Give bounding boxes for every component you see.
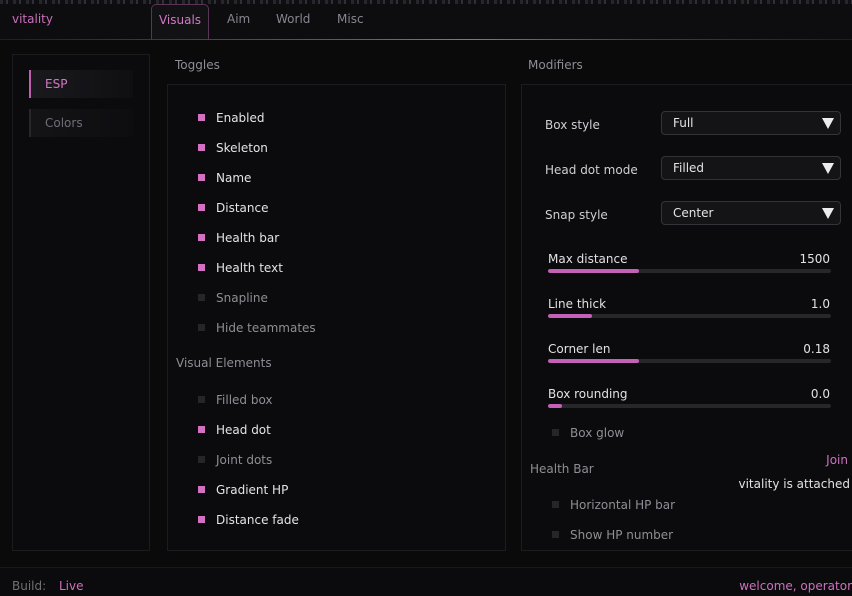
- toggles-panel: Enabled Skeleton Name Distance Health ba…: [167, 84, 506, 551]
- triangle-down-icon: [822, 208, 834, 219]
- toggle-label: Name: [216, 171, 252, 185]
- checkbox[interactable]: [198, 264, 205, 271]
- toggle-label: Horizontal HP bar: [570, 498, 676, 512]
- toggle-label: Head dot: [216, 423, 271, 437]
- toggle-label: Hide teammates: [216, 321, 316, 335]
- dropdown-value: Filled: [673, 161, 705, 175]
- sidebar: ESP Colors: [12, 54, 150, 551]
- slider-fill: [548, 314, 592, 318]
- checkbox[interactable]: [198, 234, 205, 241]
- triangle-down-icon: [822, 163, 834, 174]
- toggle-label: Distance fade: [216, 513, 299, 527]
- slider-label: Box rounding: [548, 387, 628, 401]
- toggle-label: Snapline: [216, 291, 268, 305]
- checkbox[interactable]: [198, 456, 205, 463]
- checkbox[interactable]: [198, 324, 205, 331]
- checkbox[interactable]: [198, 144, 205, 151]
- brand-label: vitality: [12, 12, 53, 26]
- dropdown-value: Full: [673, 116, 694, 130]
- visual-elements-title: Visual Elements: [176, 356, 272, 370]
- join-link[interactable]: Join: [826, 453, 848, 467]
- checkbox[interactable]: [198, 426, 205, 433]
- checkbox[interactable]: [198, 204, 205, 211]
- slider-fill: [548, 359, 639, 363]
- tab-visuals[interactable]: Visuals: [151, 4, 209, 40]
- checkbox[interactable]: [198, 174, 205, 181]
- modifiers-title: Modifiers: [528, 58, 583, 72]
- toggle-label: Show HP number: [570, 528, 674, 542]
- dropdown-label: Head dot mode: [545, 163, 638, 177]
- build-label: Build:: [12, 579, 47, 593]
- slider-fill: [548, 404, 563, 408]
- tab-misc[interactable]: Misc: [337, 12, 364, 26]
- toggle-label: Distance: [216, 201, 269, 215]
- slider-value: 0.18: [803, 342, 830, 356]
- checkbox[interactable]: [552, 531, 559, 538]
- slider-label: Corner len: [548, 342, 611, 356]
- snap-style-dropdown[interactable]: Center: [661, 201, 841, 225]
- toggle-label: Gradient HP: [216, 483, 289, 497]
- checkbox[interactable]: [198, 114, 205, 121]
- triangle-down-icon: [822, 118, 834, 129]
- slider-value: 0.0: [810, 387, 830, 401]
- line-thick-slider[interactable]: [548, 314, 831, 318]
- top-bar: vitality Visuals Aim World Misc: [0, 0, 852, 40]
- slider-label: Line thick: [548, 297, 607, 311]
- checkbox[interactable]: [552, 429, 559, 436]
- sidebar-item-esp[interactable]: ESP: [29, 70, 133, 98]
- max-distance-slider[interactable]: [548, 269, 831, 273]
- slider-value: 1500: [799, 252, 830, 266]
- tab-aim[interactable]: Aim: [227, 12, 250, 26]
- health-bar-title: Health Bar: [530, 462, 594, 476]
- toggle-label: Joint dots: [216, 453, 273, 467]
- checkbox[interactable]: [552, 501, 559, 508]
- toggle-label: Box glow: [570, 426, 625, 440]
- toggle-label: Enabled: [216, 111, 265, 125]
- toggle-label: Skeleton: [216, 141, 268, 155]
- slider-value: 1.0: [810, 297, 830, 311]
- slider-label: Max distance: [548, 252, 628, 266]
- checkbox[interactable]: [198, 516, 205, 523]
- dropdown-label: Box style: [545, 118, 600, 132]
- status-bar: Build: Live welcome, operator: [0, 567, 852, 596]
- dropdown-value: Center: [673, 206, 714, 220]
- tab-world[interactable]: World: [276, 12, 310, 26]
- top-edge-noise: [0, 0, 852, 4]
- build-value: Live: [59, 579, 84, 593]
- box-rounding-slider[interactable]: [548, 404, 831, 408]
- toggle-label: Health bar: [216, 231, 280, 245]
- toggles-title: Toggles: [175, 58, 220, 72]
- box-style-dropdown[interactable]: Full: [661, 111, 841, 135]
- corner-len-slider[interactable]: [548, 359, 831, 363]
- sidebar-item-colors[interactable]: Colors: [29, 109, 133, 137]
- checkbox[interactable]: [198, 396, 205, 403]
- checkbox[interactable]: [198, 294, 205, 301]
- toggle-label: Health text: [216, 261, 283, 275]
- attached-status: vitality is attached: [738, 477, 850, 491]
- slider-fill: [548, 269, 639, 273]
- welcome-message: welcome, operator: [739, 579, 852, 593]
- modifiers-panel: Box style Full Head dot mode Filled Snap…: [521, 84, 852, 551]
- head-dot-mode-dropdown[interactable]: Filled: [661, 156, 841, 180]
- toggle-label: Filled box: [216, 393, 273, 407]
- dropdown-label: Snap style: [545, 208, 608, 222]
- checkbox[interactable]: [198, 486, 205, 493]
